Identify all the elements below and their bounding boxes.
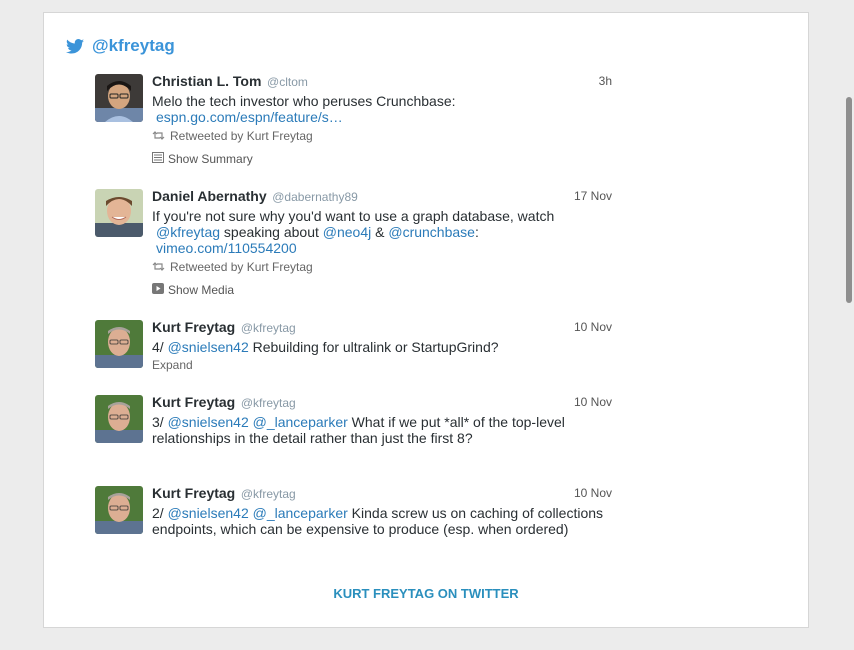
thread-prefix: 4/ — [152, 339, 164, 355]
retweeted-by[interactable]: Retweeted by Kurt Freytag — [170, 260, 313, 274]
author-name[interactable]: Christian L. Tom — [152, 73, 261, 89]
tweet-timestamp[interactable]: 3h — [599, 74, 612, 88]
tweet-timestamp[interactable]: 10 Nov — [574, 486, 612, 500]
tweet-text-part: : — [474, 224, 479, 240]
tweet-text: 2/ @snielsen42 @_lanceparker Kinda screw… — [152, 505, 612, 537]
tweet-text-content: Melo the tech investor who peruses Crunc… — [152, 93, 456, 109]
mention-link[interactable]: @neo4j — [323, 224, 371, 240]
show-summary-button[interactable]: Show Summary — [152, 152, 612, 166]
tweet-text-part: & — [375, 224, 385, 240]
tweet-author: Christian L. Tom @cltom — [152, 73, 612, 91]
avatar[interactable] — [95, 320, 143, 368]
tweet-author: Daniel Abernathy @dabernathy89 — [152, 188, 612, 206]
mention-link[interactable]: @_lanceparker — [253, 414, 348, 430]
tweet-text: If you're not sure why you'd want to use… — [152, 208, 612, 256]
author-screen-name[interactable]: @dabernathy89 — [272, 190, 358, 204]
tweet-link[interactable]: espn.go.com/espn/feature/s… — [156, 109, 343, 125]
tweet-timestamp[interactable]: 17 Nov — [574, 189, 612, 203]
tweet-text-part: speaking about — [223, 224, 319, 240]
author-name[interactable]: Kurt Freytag — [152, 485, 235, 501]
retweet-line: Retweeted by Kurt Freytag — [152, 260, 612, 274]
mention-link[interactable]: @snielsen42 — [168, 505, 249, 521]
tweet-timestamp[interactable]: 10 Nov — [574, 395, 612, 409]
author-name[interactable]: Kurt Freytag — [152, 394, 235, 410]
widget-header: @kfreytag — [66, 35, 175, 57]
author-screen-name[interactable]: @kfreytag — [241, 487, 296, 501]
tweet-text-content: Rebuilding for ultralink or StartupGrind… — [252, 339, 499, 355]
author-name[interactable]: Daniel Abernathy — [152, 188, 267, 204]
play-icon — [152, 283, 164, 297]
thread-prefix: 2/ — [152, 505, 164, 521]
avatar[interactable] — [95, 395, 143, 443]
tweet-text-part: If you're not sure why you'd want to use… — [152, 208, 555, 224]
twitter-profile-link[interactable]: KURT FREYTAG ON TWITTER — [44, 586, 808, 601]
mention-link[interactable]: @kfreytag — [156, 224, 220, 240]
author-screen-name[interactable]: @kfreytag — [241, 396, 296, 410]
mention-link[interactable]: @snielsen42 — [168, 339, 249, 355]
twitter-widget: @kfreytag Christian L. Tom @cltom 3h Mel… — [43, 12, 809, 628]
avatar[interactable] — [95, 486, 143, 534]
avatar[interactable] — [95, 189, 143, 237]
author-screen-name[interactable]: @kfreytag — [241, 321, 296, 335]
mention-link[interactable]: @_lanceparker — [253, 505, 348, 521]
tweet-author: Kurt Freytag @kfreytag — [152, 319, 612, 337]
tweet-author: Kurt Freytag @kfreytag — [152, 485, 612, 503]
show-media-button[interactable]: Show Media — [152, 283, 612, 297]
retweet-line: Retweeted by Kurt Freytag — [152, 129, 612, 143]
retweet-icon — [152, 260, 165, 274]
thread-prefix: 3/ — [152, 414, 164, 430]
tweet-text: Melo the tech investor who peruses Crunc… — [152, 93, 612, 125]
tweet-text: 3/ @snielsen42 @_lanceparker What if we … — [152, 414, 612, 446]
twitter-bird-icon — [66, 38, 84, 54]
widget-handle-link[interactable]: @kfreytag — [92, 36, 175, 56]
tweet-timestamp[interactable]: 10 Nov — [574, 320, 612, 334]
tweet-link[interactable]: vimeo.com/110554200 — [156, 240, 297, 256]
summary-icon — [152, 152, 164, 166]
tweet-text: 4/ @snielsen42 Rebuilding for ultralink … — [152, 339, 612, 355]
mention-link[interactable]: @snielsen42 — [168, 414, 249, 430]
show-summary-label: Show Summary — [168, 152, 253, 166]
show-media-label: Show Media — [168, 283, 235, 297]
mention-link[interactable]: @crunchbase — [388, 224, 475, 240]
retweeted-by[interactable]: Retweeted by Kurt Freytag — [170, 129, 313, 143]
scrollbar[interactable] — [846, 97, 852, 303]
expand-button[interactable]: Expand — [152, 358, 612, 372]
author-name[interactable]: Kurt Freytag — [152, 319, 235, 335]
tweet-author: Kurt Freytag @kfreytag — [152, 394, 612, 412]
retweet-icon — [152, 129, 165, 143]
avatar[interactable] — [95, 74, 143, 122]
author-screen-name[interactable]: @cltom — [267, 75, 308, 89]
